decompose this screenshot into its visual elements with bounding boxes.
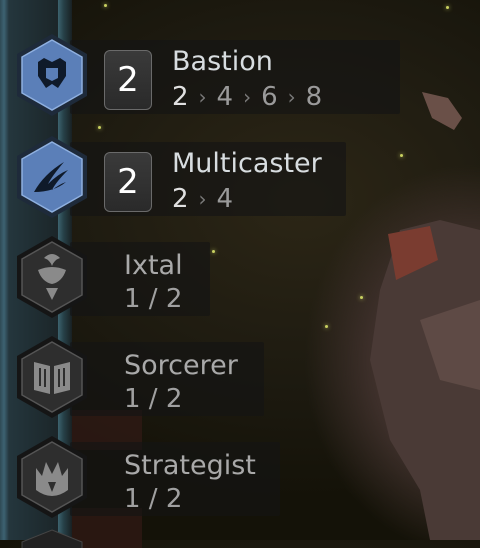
- strategist-icon: [14, 434, 90, 520]
- trait-count-badge: 2: [104, 50, 152, 110]
- sparkle: [325, 325, 328, 328]
- bastion-icon: [14, 32, 90, 118]
- trait-row-strategist[interactable]: Strategist 1 / 2: [0, 434, 420, 524]
- sparkle: [446, 6, 449, 9]
- trait-row-ixtal[interactable]: Ixtal 1 / 2: [0, 234, 420, 324]
- breakpoint: 4: [216, 82, 234, 112]
- trait-name: Bastion: [172, 46, 273, 77]
- breakpoint: 2: [172, 82, 189, 112]
- trait-count-badge: 2: [104, 152, 152, 212]
- debris-rock: [422, 92, 462, 130]
- sorcerer-icon: [14, 334, 90, 420]
- trait-row-bastion[interactable]: 2 Bastion 2 › 4 › 6 › 8: [0, 32, 420, 122]
- trait-breakpoints: 2 › 4 › 6 › 8: [172, 82, 322, 112]
- breakpoint-arrow-icon: ›: [198, 85, 207, 109]
- breakpoint: 2: [172, 184, 189, 214]
- breakpoint-arrow-icon: ›: [198, 187, 207, 211]
- trait-progress: 1 / 2: [124, 484, 183, 514]
- trait-name: Sorcerer: [124, 350, 238, 381]
- trait-name: Ixtal: [124, 250, 183, 281]
- trait-name: Multicaster: [172, 148, 322, 179]
- breakpoint: 4: [216, 184, 234, 214]
- trait-breakpoints: 2 › 4: [172, 184, 233, 214]
- breakpoint-arrow-icon: ›: [243, 85, 252, 109]
- breakpoint: 6: [261, 82, 278, 112]
- multicaster-icon: [14, 134, 90, 220]
- trait-row-multicaster[interactable]: 2 Multicaster 2 › 4: [0, 134, 420, 224]
- breakpoint: 8: [305, 82, 323, 112]
- trait-progress: 1 / 2: [124, 284, 183, 314]
- trait-row-sorcerer[interactable]: Sorcerer 1 / 2: [0, 334, 420, 424]
- breakpoint-arrow-icon: ›: [287, 85, 296, 109]
- sparkle: [104, 4, 107, 7]
- ixtal-icon: [14, 234, 90, 320]
- next-trait-icon-partial: [21, 529, 83, 548]
- trait-name: Strategist: [124, 450, 256, 481]
- trait-progress: 1 / 2: [124, 384, 183, 414]
- sparkle: [98, 126, 101, 129]
